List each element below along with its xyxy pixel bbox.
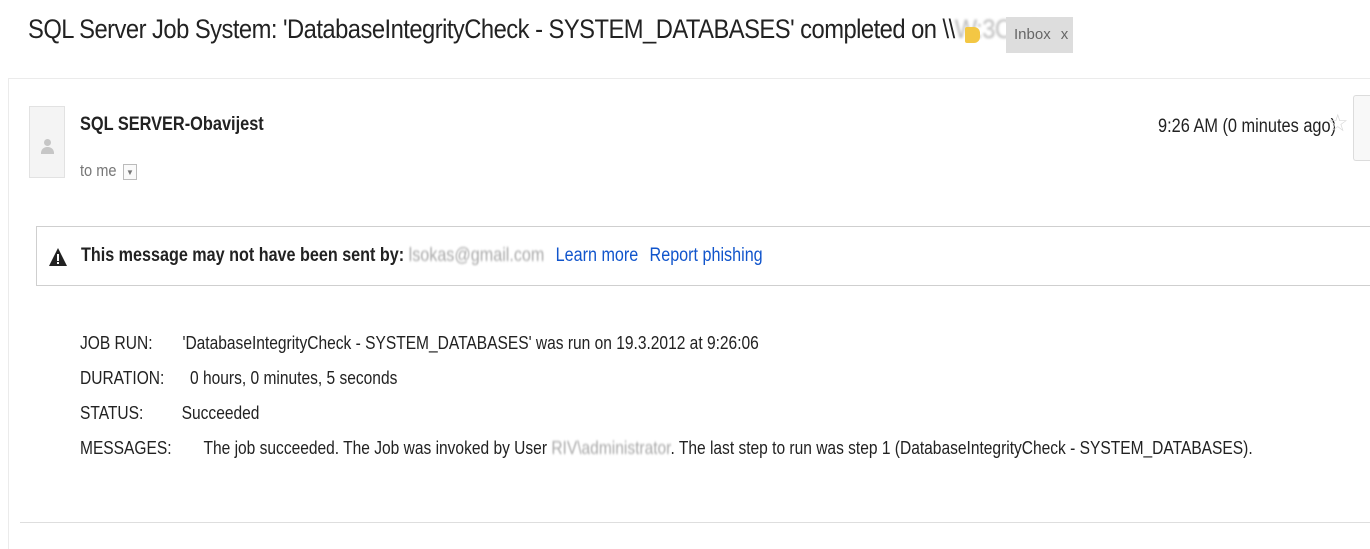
star-icon[interactable]: ☆ xyxy=(1327,110,1349,138)
job-run-label: JOB RUN: xyxy=(80,332,153,353)
messages-user: RIV\administrator xyxy=(551,437,671,458)
status-value: Succeeded xyxy=(181,402,260,423)
sender-address: lsokas@gmail.com xyxy=(408,245,545,266)
chevron-down-icon[interactable]: ▼ xyxy=(123,164,137,180)
subject-text: SQL Server Job System: 'DatabaseIntegrit… xyxy=(28,14,955,44)
body-row-status: STATUS: Succeeded xyxy=(80,402,259,424)
messages-text: The job succeeded. The Job was invoked b… xyxy=(203,437,548,458)
body-row-duration: DURATION: 0 hours, 0 minutes, 5 seconds xyxy=(80,367,397,389)
report-phishing-link[interactable]: Report phishing xyxy=(650,245,763,266)
avatar[interactable] xyxy=(29,106,65,178)
avatar-body-icon xyxy=(41,147,54,154)
messages-label: MESSAGES: xyxy=(80,437,172,458)
divider xyxy=(20,522,1370,523)
message-timestamp: 9:26 AM (0 minutes ago) xyxy=(1158,116,1337,137)
message-container xyxy=(8,78,1370,549)
remove-label-button[interactable]: x xyxy=(1061,26,1069,43)
inbox-label-text[interactable]: Inbox xyxy=(1014,26,1051,43)
email-subject: SQL Server Job System: 'DatabaseIntegrit… xyxy=(28,14,1044,45)
warning-text: This message may not have been sent by: … xyxy=(81,245,763,267)
reply-button[interactable] xyxy=(1353,95,1370,161)
duration-value: 0 hours, 0 minutes, 5 seconds xyxy=(190,367,398,388)
recipient-label: to me xyxy=(80,161,117,180)
learn-more-link[interactable]: Learn more xyxy=(556,245,639,266)
subject-bar: SQL Server Job System: 'DatabaseIntegrit… xyxy=(0,0,1370,70)
importance-marker-icon[interactable] xyxy=(965,27,980,43)
warning-icon xyxy=(49,248,67,266)
sender-name[interactable]: SQL SERVER-Obavijest xyxy=(80,114,264,136)
job-run-value: 'DatabaseIntegrityCheck - SYSTEM_DATABAS… xyxy=(182,332,759,353)
avatar-head-icon xyxy=(44,139,51,146)
body-row-job-run: JOB RUN: 'DatabaseIntegrityCheck - SYSTEM… xyxy=(80,332,759,354)
messages-text-end: . The last step to run was step 1 (Datab… xyxy=(670,437,1253,458)
duration-label: DURATION: xyxy=(80,367,165,388)
warning-message: This message may not have been sent by: xyxy=(81,245,405,266)
inbox-label-chip: Inbox x xyxy=(1006,17,1073,53)
status-label: STATUS: xyxy=(80,402,144,423)
body-row-messages: MESSAGES: The job succeeded. The Job was … xyxy=(80,437,1253,459)
phishing-warning-banner: This message may not have been sent by: … xyxy=(36,226,1370,286)
